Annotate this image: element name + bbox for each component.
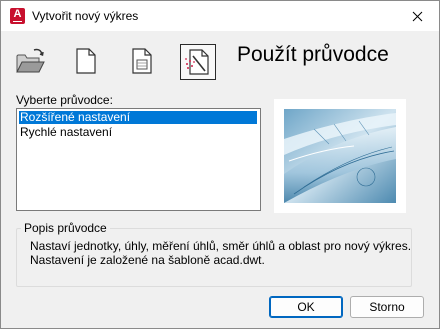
wizard-preview-image — [274, 99, 406, 213]
blank-page-icon — [76, 48, 96, 74]
start-from-scratch-button[interactable] — [69, 44, 103, 78]
title-bar: A Vytvořit nový výkres — [1, 1, 439, 31]
list-item-quick-setup[interactable]: Rychlé nastavení — [17, 126, 260, 139]
wizard-listbox[interactable]: Rozšířené nastavení Rychlé nastavení — [16, 108, 261, 211]
wizard-description-line-2: Nastavení je založené na šabloně acad.dw… — [30, 253, 265, 267]
wizard-icon — [185, 49, 209, 75]
use-template-button[interactable] — [125, 44, 159, 78]
open-drawing-button[interactable] — [13, 44, 47, 78]
list-item-advanced-setup[interactable]: Rozšířené nastavení — [19, 111, 257, 124]
use-wizard-button[interactable] — [180, 44, 216, 80]
close-button[interactable] — [395, 1, 439, 31]
close-icon — [412, 11, 422, 21]
wizard-description-legend: Popis průvodce — [21, 221, 110, 235]
page-title: Použít průvodce — [237, 43, 389, 66]
autocad-app-icon: A — [10, 8, 25, 24]
window-title: Vytvořit nový výkres — [32, 9, 139, 23]
dialog-window: A Vytvořit nový výkres Použít průvodce V… — [0, 0, 440, 329]
wizard-list-label: Vyberte průvodce: — [16, 93, 113, 107]
cancel-button[interactable]: Storno — [350, 296, 424, 318]
template-page-icon — [132, 48, 152, 74]
wizard-description-line-1: Nastaví jednotky, úhly, měření úhlů, smě… — [30, 239, 412, 253]
ok-button[interactable]: OK — [269, 296, 343, 318]
open-folder-icon — [16, 48, 45, 73]
